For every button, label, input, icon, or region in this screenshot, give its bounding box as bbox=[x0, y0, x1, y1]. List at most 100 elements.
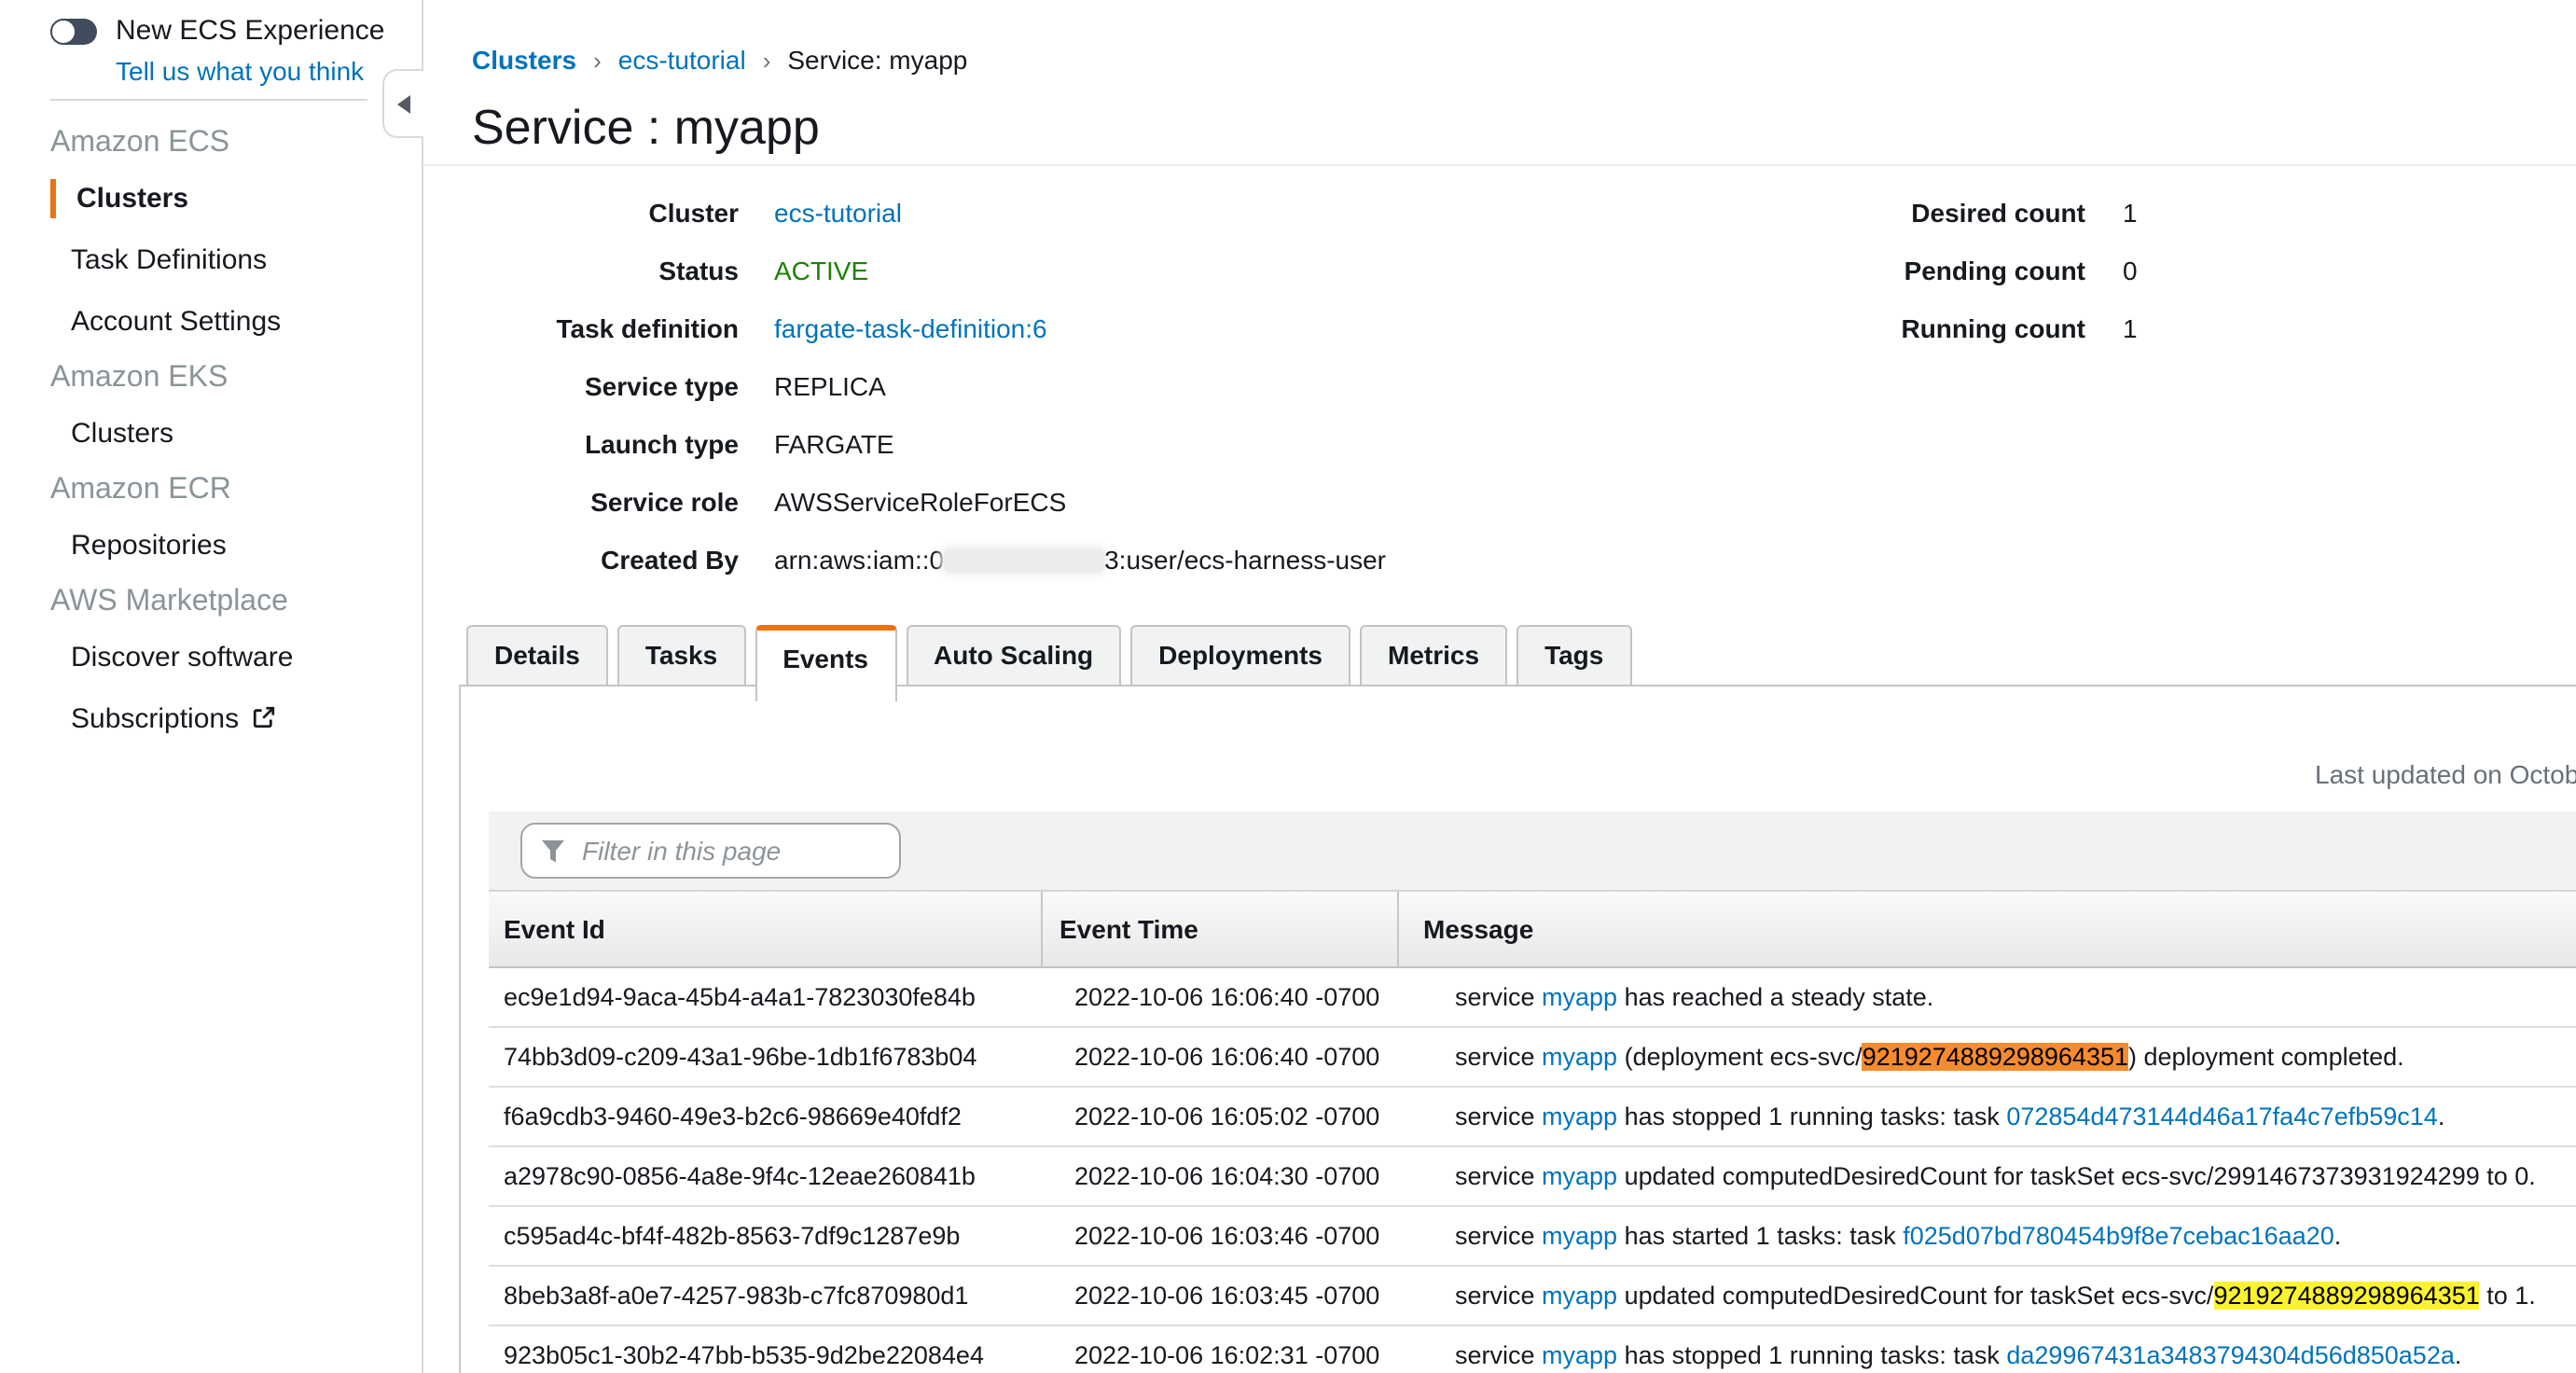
table-row: f6a9cdb3-9460-49e3-b2c6-98669e40fdf22022… bbox=[489, 1088, 2576, 1147]
tab-events[interactable]: Events bbox=[755, 625, 896, 701]
message-text: has stopped 1 running tasks: task bbox=[1617, 1103, 2006, 1130]
detail-row-launch-type: Launch type FARGATE bbox=[423, 414, 1386, 472]
detail-value-launch-type: FARGATE bbox=[774, 428, 894, 458]
table-row: 923b05c1-30b2-47bb-b535-9d2be22084e42022… bbox=[489, 1326, 2576, 1373]
detail-row-pending-count: Pending count0 bbox=[1655, 241, 2138, 298]
message-link[interactable]: f025d07bd780454b9f8e7cebac16aa20 bbox=[1903, 1222, 2334, 1250]
message-text: has started 1 tasks: task bbox=[1617, 1222, 1903, 1250]
event-message-cell: service myapp has reached a steady state… bbox=[1431, 983, 2576, 1011]
service-details-right: Desired count1Pending count0Running coun… bbox=[1655, 183, 2138, 356]
message-link[interactable]: da29967431a3483794304d56d850a52a bbox=[2006, 1341, 2455, 1369]
chevron-left-icon bbox=[397, 94, 410, 113]
breadcrumb-clusters[interactable]: Clusters bbox=[472, 45, 576, 75]
message-link[interactable]: myapp bbox=[1542, 1162, 1617, 1190]
detail-label: Created By bbox=[423, 544, 739, 574]
detail-row-created-by: Created By arn:aws:iam::03:user/ecs-harne… bbox=[423, 530, 1386, 588]
table-row: c595ad4c-bf4f-482b-8563-7df9c1287e9b2022… bbox=[489, 1207, 2576, 1267]
sidebar-collapse-button[interactable] bbox=[382, 69, 423, 138]
detail-value-task-definition: fargate-task-definition:6 bbox=[774, 312, 1047, 342]
detail-value-running-count: 1 bbox=[2123, 312, 2138, 342]
column-header-message: Message bbox=[1399, 892, 2576, 966]
main-content: Clusters›ecs-tutorial›Service: myapp Ser… bbox=[423, 0, 2576, 1373]
breadcrumb-ecs-tutorial[interactable]: ecs-tutorial bbox=[618, 45, 746, 75]
detail-row-desired-count: Desired count1 bbox=[1655, 183, 2138, 241]
detail-value-desired-count: 1 bbox=[2123, 197, 2138, 227]
message-link[interactable]: myapp bbox=[1542, 1341, 1617, 1369]
message-link[interactable]: 072854d473144d46a17fa4c7efb59c14 bbox=[2006, 1103, 2437, 1130]
sidebar-item-task-definitions[interactable]: Task Definitions bbox=[0, 229, 420, 291]
tab-tags[interactable]: Tags bbox=[1517, 625, 1631, 686]
breadcrumb: Clusters›ecs-tutorial›Service: myapp bbox=[472, 45, 967, 75]
message-text: . bbox=[2334, 1222, 2342, 1250]
detail-row-service-type: Service type REPLICA bbox=[423, 356, 1386, 414]
sidebar-item-label: Clusters bbox=[76, 183, 188, 215]
event-id-cell: 923b05c1-30b2-47bb-b535-9d2be22084e4 bbox=[489, 1341, 1058, 1369]
detail-row-status: StatusACTIVE bbox=[423, 241, 1386, 298]
message-link[interactable]: myapp bbox=[1542, 1043, 1617, 1071]
sidebar-section-aws-marketplace: AWS Marketplace bbox=[0, 576, 420, 627]
sidebar-item-label: Task Definitions bbox=[71, 244, 267, 276]
sidebar-item-repositories[interactable]: Repositories bbox=[0, 515, 420, 576]
column-header-event-id: Event Id bbox=[489, 892, 1043, 966]
sidebar-item-clusters[interactable]: Clusters bbox=[0, 403, 420, 465]
event-time-cell: 2022-10-06 16:04:30 -0700 bbox=[1058, 1162, 1431, 1190]
sidebar-item-account-settings[interactable]: Account Settings bbox=[0, 291, 420, 353]
message-link[interactable]: myapp bbox=[1542, 1282, 1617, 1310]
sidebar: New ECS Experience Tell us what you thin… bbox=[0, 0, 423, 1373]
toggle-knob-icon bbox=[50, 18, 76, 44]
sidebar-item-subscriptions[interactable]: Subscriptions bbox=[0, 688, 420, 750]
detail-row-running-count: Running count1 bbox=[1655, 298, 2138, 356]
tab-details[interactable]: Details bbox=[466, 625, 608, 686]
detail-label: Service role bbox=[423, 486, 739, 516]
message-text: has stopped 1 running tasks: task bbox=[1617, 1341, 2006, 1369]
sidebar-item-clusters[interactable]: Clusters bbox=[0, 168, 420, 229]
title-divider bbox=[423, 164, 2576, 166]
detail-link-task-definition[interactable]: fargate-task-definition:6 bbox=[774, 312, 1047, 342]
event-time-cell: 2022-10-06 16:02:31 -0700 bbox=[1058, 1341, 1431, 1369]
detail-link-cluster[interactable]: ecs-tutorial bbox=[774, 197, 902, 227]
sidebar-item-label: Discover software bbox=[71, 642, 293, 673]
detail-value-service-type: REPLICA bbox=[774, 370, 886, 400]
sidebar-item-discover-software[interactable]: Discover software bbox=[0, 627, 420, 688]
message-text: has reached a steady state. bbox=[1617, 983, 1933, 1011]
message-link[interactable]: myapp bbox=[1542, 1103, 1617, 1130]
event-message-cell: service myapp has stopped 1 running task… bbox=[1431, 1341, 2576, 1369]
new-ecs-experience-toggle[interactable] bbox=[50, 18, 97, 44]
event-time-cell: 2022-10-06 16:03:46 -0700 bbox=[1058, 1222, 1431, 1250]
new-ecs-experience-label: New ECS Experience bbox=[116, 15, 384, 47]
tab-auto-scaling[interactable]: Auto Scaling bbox=[906, 625, 1121, 686]
feedback-link[interactable]: Tell us what you think bbox=[116, 56, 364, 86]
detail-label: Service type bbox=[423, 370, 739, 400]
table-row: 8beb3a8f-a0e7-4257-983b-c7fc870980d12022… bbox=[489, 1267, 2576, 1326]
detail-label: Cluster bbox=[423, 197, 739, 227]
message-text: (deployment ecs-svc/ bbox=[1617, 1043, 1863, 1071]
tabs: DetailsTasksEventsAuto ScalingDeployment… bbox=[466, 625, 1641, 701]
event-id-cell: c595ad4c-bf4f-482b-8563-7df9c1287e9b bbox=[489, 1222, 1058, 1250]
detail-value-cluster: ecs-tutorial bbox=[774, 197, 902, 227]
new-ecs-experience-row: New ECS Experience bbox=[50, 15, 384, 47]
page-title: Service : myapp bbox=[472, 99, 820, 157]
tab-metrics[interactable]: Metrics bbox=[1360, 625, 1507, 686]
filter-funnel-icon bbox=[541, 839, 565, 863]
message-text: service bbox=[1455, 1282, 1542, 1310]
event-id-cell: ec9e1d94-9aca-45b4-a4a1-7823030fe84b bbox=[489, 983, 1058, 1011]
tab-tasks[interactable]: Tasks bbox=[617, 625, 745, 686]
sidebar-section-amazon-ecs: Amazon ECS bbox=[0, 118, 420, 168]
event-id-cell: 74bb3d09-c209-43a1-96be-1db1f6783b04 bbox=[489, 1043, 1058, 1071]
message-link[interactable]: myapp bbox=[1542, 983, 1617, 1011]
tab-deployments[interactable]: Deployments bbox=[1130, 625, 1350, 686]
detail-label: Launch type bbox=[423, 428, 739, 458]
message-text: service bbox=[1455, 1162, 1542, 1190]
message-link[interactable]: myapp bbox=[1542, 1222, 1617, 1250]
detail-value-pending-count: 0 bbox=[2123, 255, 2138, 284]
message-text: service bbox=[1455, 983, 1542, 1011]
breadcrumb-separator-icon: › bbox=[763, 47, 771, 75]
message-text: updated computedDesiredCount for taskSet… bbox=[1617, 1282, 2213, 1310]
filter-input-box[interactable] bbox=[520, 823, 901, 879]
message-text: service bbox=[1455, 1341, 1542, 1369]
detail-value-service-role: AWSServiceRoleForECS bbox=[774, 486, 1066, 516]
event-message-cell: service myapp updated computedDesiredCou… bbox=[1431, 1282, 2576, 1310]
detail-value-created-by: arn:aws:iam::03:user/ecs-harness-user bbox=[774, 544, 1386, 574]
detail-row-service-role: Service role AWSServiceRoleForECS bbox=[423, 472, 1386, 530]
filter-input[interactable] bbox=[578, 834, 884, 867]
